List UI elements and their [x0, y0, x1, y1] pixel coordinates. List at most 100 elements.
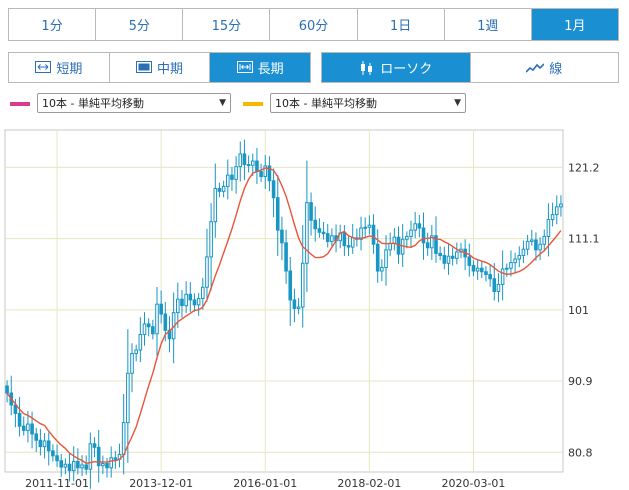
candle-body — [330, 235, 334, 242]
ma2-color-swatch — [243, 102, 263, 106]
candle-body — [280, 229, 284, 244]
candle-body — [363, 226, 367, 229]
candle-body — [17, 412, 22, 427]
candle-body — [105, 463, 109, 469]
chart-style-selector: ローソク 線 — [321, 52, 619, 83]
x-tick-label: 2016-01-01 — [233, 477, 297, 490]
candle-body — [138, 333, 143, 351]
y-tick-label: 121.2 — [568, 161, 600, 174]
candle-body — [42, 440, 47, 448]
candle-body — [176, 298, 180, 314]
candle-body — [109, 457, 113, 469]
candle-body — [546, 219, 551, 237]
candle-body — [76, 460, 80, 469]
candle-body — [367, 224, 372, 228]
candle-body — [317, 228, 322, 233]
timeframe-button[interactable]: 1月 — [531, 9, 618, 40]
candle-body — [238, 153, 243, 168]
candle-body — [509, 262, 513, 269]
candle-body — [425, 242, 430, 249]
timeframe-button[interactable]: 5分 — [96, 9, 184, 40]
candle-body — [455, 251, 459, 259]
candle-body — [51, 450, 55, 457]
range_buttons-button-0[interactable]: 短期 — [9, 53, 110, 82]
candle-body — [446, 255, 451, 264]
candle-body — [484, 271, 488, 276]
candle-body — [309, 202, 313, 221]
candle-body — [521, 248, 526, 257]
candle-body — [371, 224, 376, 245]
candle-body — [213, 188, 218, 223]
timeframe-button[interactable]: 1分 — [9, 9, 97, 40]
candle-body — [350, 237, 355, 248]
candle-body — [392, 236, 397, 245]
candle-body — [234, 166, 238, 180]
candle-body — [101, 463, 105, 467]
candle-body — [217, 188, 222, 192]
candle-body — [342, 232, 347, 247]
candle-body — [513, 258, 517, 264]
candle-body — [538, 243, 542, 251]
candle-body — [201, 286, 205, 300]
timeframe-button[interactable]: 60分 — [270, 9, 358, 40]
candle-body — [180, 298, 184, 307]
style_buttons-button-0[interactable]: ローソク — [322, 53, 471, 82]
candle-body — [525, 240, 530, 250]
timeframe-button[interactable]: 1日 — [358, 9, 445, 40]
candle-body — [321, 231, 326, 235]
y-tick-label: 101 — [568, 304, 589, 317]
candlestick-icon — [359, 60, 375, 75]
candle-body — [388, 243, 392, 251]
candle-body — [146, 323, 151, 328]
candle-body — [529, 239, 534, 242]
chevron-down-icon: ▼ — [454, 98, 461, 108]
candle-body — [504, 267, 509, 270]
candle-body — [67, 463, 72, 472]
candle-body — [55, 455, 59, 462]
price-chart-svg: 80.8 90.9 101 111.1 121.2 2011-11-01 2013-12-0… — [4, 129, 600, 490]
timeframe-button[interactable]: 15分 — [183, 9, 271, 40]
candle-body — [325, 233, 330, 242]
mid-range-icon — [136, 60, 152, 75]
ma1-select[interactable]: 10本 - 単純平均移動 ▼ — [37, 93, 231, 113]
candle-body — [113, 457, 118, 460]
candle-body — [467, 256, 472, 266]
candle-body — [121, 422, 126, 455]
candle-body — [554, 206, 559, 216]
ma2-select-value: 10本 - 単純平均移動 — [275, 97, 377, 110]
ma2-select[interactable]: 10本 - 単純平均移動 ▼ — [270, 93, 466, 113]
candle-body — [496, 283, 501, 292]
candle-body — [221, 185, 226, 192]
candle-body — [409, 229, 413, 237]
candle-body — [205, 256, 209, 288]
timeframe-button[interactable]: 1週 — [445, 9, 532, 40]
long-range-icon — [236, 60, 253, 75]
y-tick-label: 90.9 — [568, 375, 593, 388]
candle-body — [184, 293, 188, 307]
candle-body — [84, 464, 88, 470]
candle-body — [196, 298, 201, 306]
candle-body — [250, 160, 255, 166]
candle-body — [71, 460, 76, 472]
style_buttons-label: 線 — [549, 62, 563, 77]
chevron-down-icon: ▼ — [219, 98, 226, 108]
y-tick-label: 80.8 — [568, 446, 593, 459]
candle-body — [34, 433, 39, 441]
price-chart[interactable]: 80.8 90.9 101 111.1 121.2 2011-11-01 2013-12-0… — [0, 126, 629, 490]
candle-body — [284, 242, 288, 272]
candle-body — [475, 267, 480, 272]
candle-body — [163, 313, 168, 331]
range_buttons-button-2[interactable]: 長期 — [210, 53, 311, 82]
candle-body — [296, 306, 301, 309]
x-tick-label: 2011-11-01 — [25, 477, 89, 490]
candle-body — [192, 299, 197, 306]
candle-body — [46, 440, 51, 452]
range_buttons-button-1[interactable]: 中期 — [109, 53, 211, 82]
candle-body — [346, 245, 351, 248]
candle-body — [246, 164, 251, 167]
candle-body — [259, 171, 263, 178]
candle-body — [488, 274, 492, 280]
style_buttons-button-1[interactable]: 線 — [470, 53, 618, 82]
candle-body — [188, 293, 193, 301]
short-range-icon — [35, 60, 52, 75]
